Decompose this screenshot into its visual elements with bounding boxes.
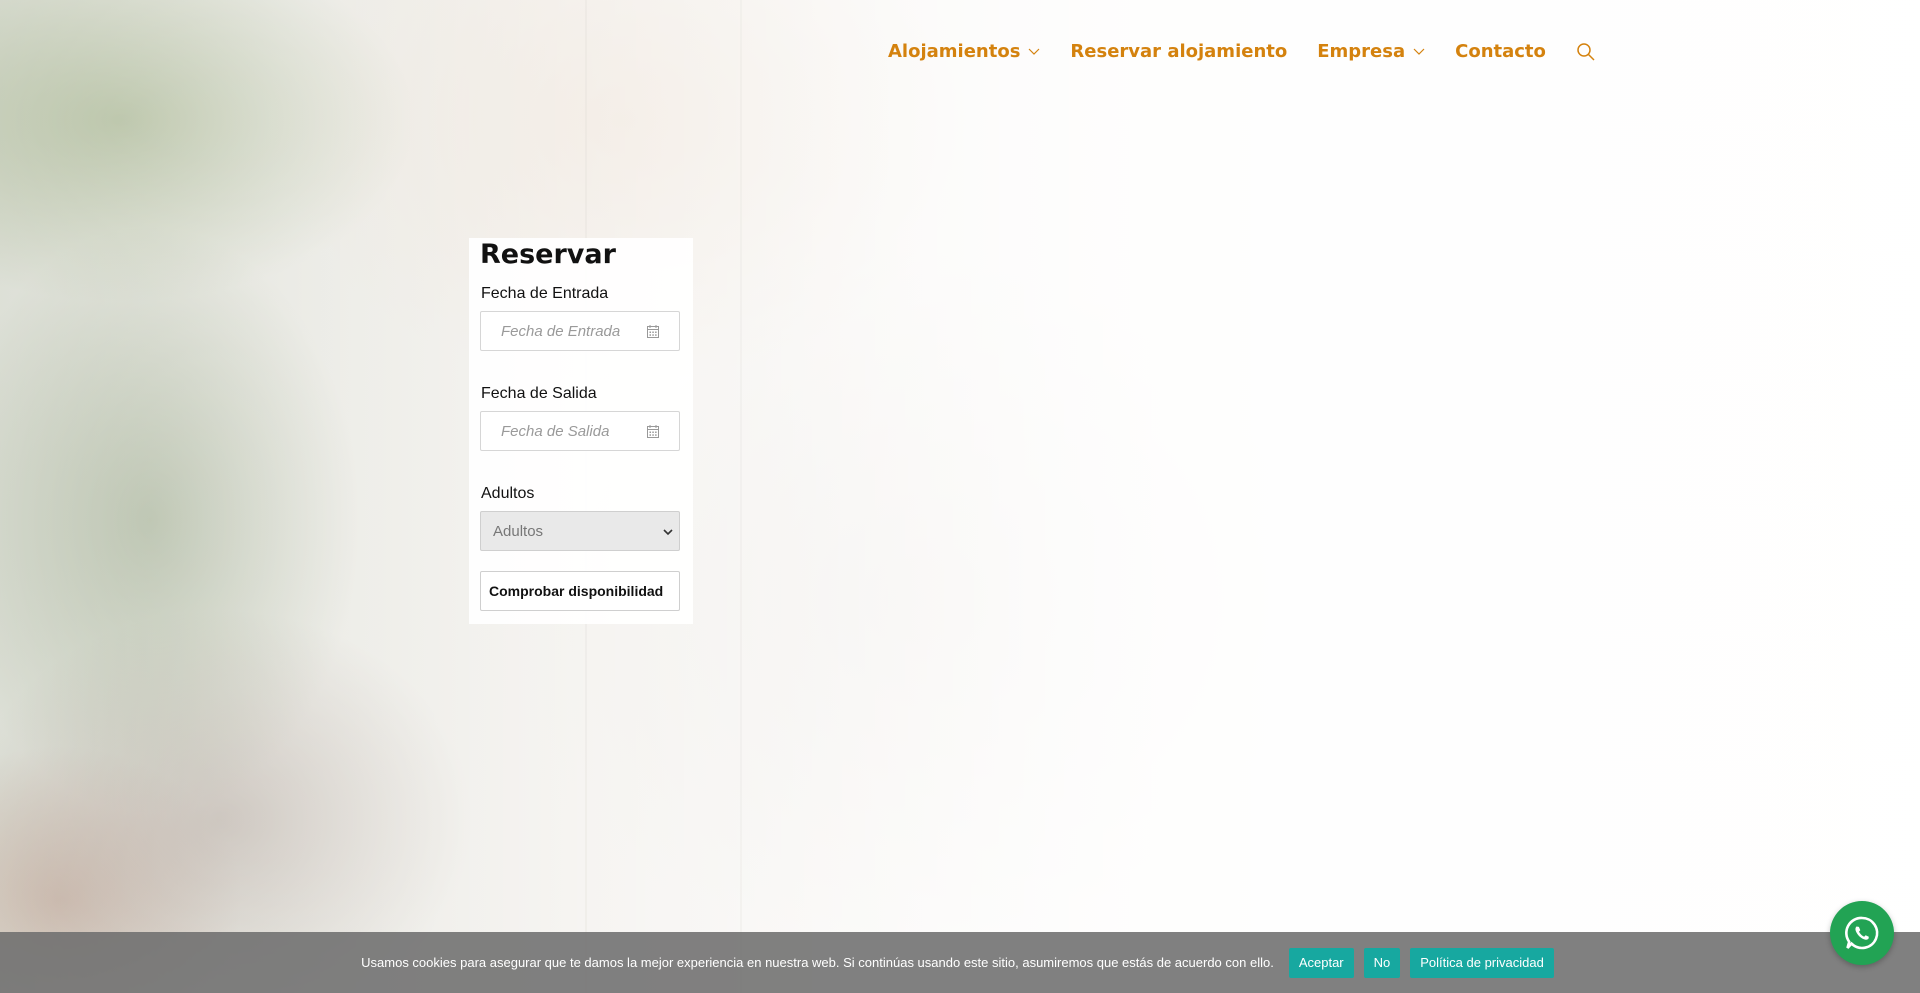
checkout-field[interactable] (480, 411, 680, 451)
adults-select-value: Adultos (493, 522, 544, 540)
checkin-label: Fecha de Entrada (481, 285, 609, 302)
checkout-input[interactable] (501, 422, 641, 440)
checkin-field[interactable] (480, 311, 680, 351)
nav-item-label: Empresa (1317, 40, 1406, 62)
search-icon (1577, 43, 1595, 61)
nav-item-alojamientos[interactable]: Alojamientos (888, 41, 1040, 62)
chevron-down-icon (1413, 48, 1425, 55)
whatsapp-icon (1845, 916, 1879, 950)
checkin-input[interactable] (501, 322, 641, 340)
cookie-reject-button[interactable]: No (1363, 947, 1401, 978)
adults-select[interactable]: Adultos (480, 511, 680, 551)
cookie-accept-button[interactable]: Aceptar (1288, 947, 1354, 978)
calendar-icon[interactable] (647, 425, 659, 438)
nav-item-label: Reservar alojamiento (1070, 40, 1288, 62)
nav-item-reservar-alojamiento[interactable]: Reservar alojamiento (1070, 41, 1287, 62)
hero-background (0, 0, 1920, 993)
search-button[interactable] (1576, 40, 1598, 62)
nav-item-contacto[interactable]: Contacto (1455, 41, 1546, 62)
privacy-policy-button[interactable]: Política de privacidad (1410, 947, 1554, 978)
booking-title: Reservar (480, 239, 616, 270)
adults-label: Adultos (481, 485, 535, 502)
cookie-text: Usamos cookies para asegurar que te damo… (361, 955, 1274, 970)
chevron-down-icon (1028, 48, 1040, 55)
main-nav: Alojamientos Reservar alojamiento Empres… (888, 36, 1598, 66)
checkout-label: Fecha de Salida (481, 385, 597, 402)
chevron-down-icon (663, 529, 673, 536)
hero-overlay (0, 0, 1920, 993)
check-availability-button[interactable]: Comprobar disponibilidad (480, 571, 680, 611)
whatsapp-button[interactable] (1830, 901, 1894, 965)
cookie-bar: Usamos cookies para asegurar que te damo… (0, 932, 1920, 993)
calendar-icon[interactable] (647, 325, 659, 338)
nav-item-label: Contacto (1455, 40, 1546, 62)
booking-widget: Reservar Fecha de Entrada Fecha de Salid… (469, 238, 693, 624)
nav-item-label: Alojamientos (888, 40, 1021, 62)
nav-item-empresa[interactable]: Empresa (1317, 41, 1425, 62)
